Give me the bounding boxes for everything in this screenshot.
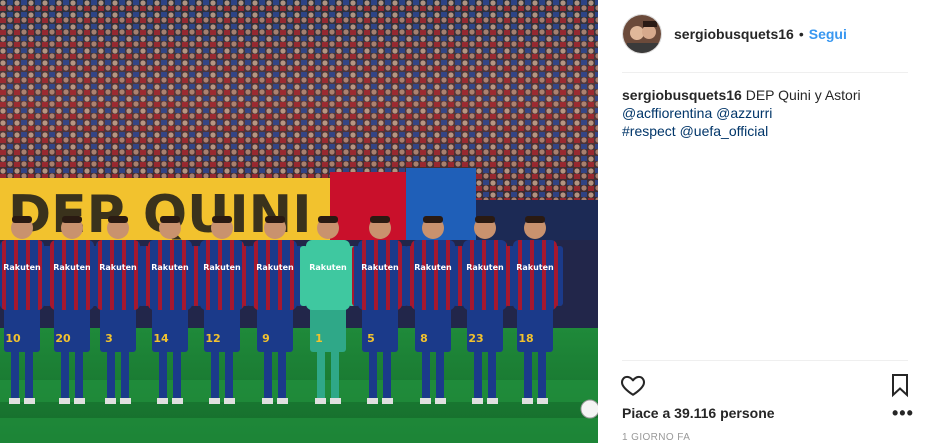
actions-divider [622, 360, 908, 361]
post-photo[interactable]: DEP QUINI Rakuten 10 Rakuten 20 Rakuten 3 Raku… [0, 0, 598, 443]
shirt-sponsor: Rakuten [414, 263, 452, 272]
header-separator: • [798, 26, 804, 42]
follow-button[interactable]: Segui [809, 26, 847, 42]
instagram-post: DEP QUINI Rakuten 10 Rakuten 20 Rakuten 3 Raku… [0, 0, 926, 443]
shirt-sponsor: Rakuten [361, 263, 399, 272]
shirt-sponsor: Rakuten [203, 263, 241, 272]
shirt-sponsor: Rakuten [466, 263, 504, 272]
banner-red [330, 172, 406, 242]
player-number: 18 [518, 332, 533, 345]
ball [580, 399, 598, 419]
player-number: 1 [315, 332, 323, 345]
caption-line-3: #respect @uefa_official [622, 122, 912, 140]
hashtag-link[interactable]: #respect [622, 123, 676, 139]
shirt-sponsor: Rakuten [53, 263, 91, 272]
player-number: 14 [153, 332, 169, 345]
post-timestamp[interactable]: 1 GIORNO FA [622, 432, 690, 443]
player-number: 9 [262, 332, 270, 345]
photo-illustration: DEP QUINI Rakuten 10 Rakuten 20 Rakuten 3 Raku… [0, 0, 598, 443]
post-header: sergiobusquets16 • Segui [622, 14, 910, 54]
avatar[interactable] [622, 14, 662, 54]
avatar-image [623, 15, 661, 53]
player-number: 3 [105, 332, 113, 345]
player-number: 10 [5, 332, 21, 345]
player-number: 8 [420, 332, 428, 345]
caption: sergiobusquets16 DEP Quini y Astori @acf… [622, 86, 912, 140]
caption-line-1: sergiobusquets16 DEP Quini y Astori [622, 86, 912, 104]
shirt-sponsor: Rakuten [151, 263, 189, 272]
shirt-sponsor: Rakuten [3, 263, 41, 272]
mention-link[interactable]: @acffiorentina [622, 105, 712, 121]
header-username[interactable]: sergiobusquets16 [674, 26, 794, 42]
likes-count[interactable]: Piace a 39.116 persone [622, 405, 775, 421]
mention-link[interactable]: @uefa_official [680, 123, 769, 139]
heart-icon[interactable] [620, 372, 646, 398]
mention-link[interactable]: @azzurri [716, 105, 772, 121]
player-number: 5 [367, 332, 375, 345]
shirt-sponsor: Rakuten [309, 263, 347, 272]
shirt-sponsor: Rakuten [99, 263, 137, 272]
more-options-button[interactable]: ••• [892, 404, 914, 422]
caption-username[interactable]: sergiobusquets16 [622, 87, 742, 103]
post-sidebar: sergiobusquets16 • Segui sergiobusquets1… [598, 0, 926, 443]
player-number: 20 [55, 332, 71, 345]
header-divider [622, 72, 908, 73]
player-number: 23 [468, 332, 483, 345]
shirt-sponsor: Rakuten [256, 263, 294, 272]
caption-text: DEP Quini y Astori [745, 87, 861, 103]
caption-line-2: @acffiorentina @azzurri [622, 104, 912, 122]
banner-text: DEP QUINI [8, 185, 312, 245]
bookmark-icon[interactable] [888, 372, 912, 398]
shirt-sponsor: Rakuten [516, 263, 554, 272]
player-number: 12 [205, 332, 220, 345]
action-bar [620, 372, 912, 398]
